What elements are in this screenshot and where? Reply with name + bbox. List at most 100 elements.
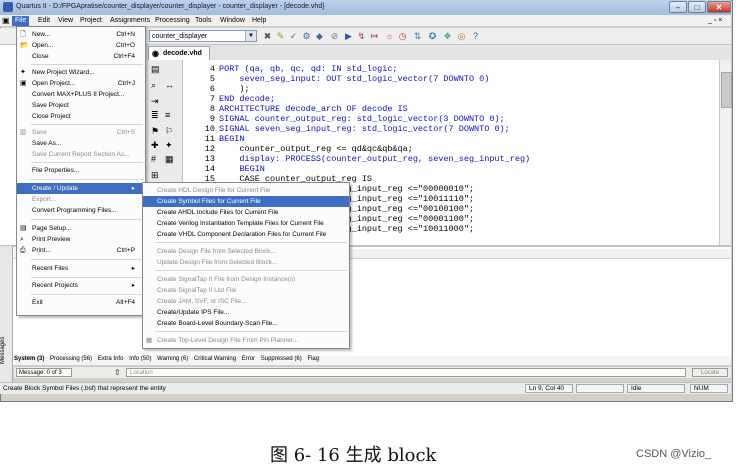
maximize-button[interactable]: □	[688, 1, 706, 13]
scrollbar-thumb[interactable]	[721, 72, 732, 108]
help-icon[interactable]: ?	[470, 30, 481, 42]
tab-flag[interactable]: Flag	[307, 356, 319, 362]
menu-tools[interactable]: Tools	[195, 17, 211, 24]
message-count: Message: 0 of 3	[16, 368, 72, 377]
megawizard-icon[interactable]: ◎	[456, 30, 467, 42]
menu-edit[interactable]: Edit	[38, 17, 50, 24]
timer-icon[interactable]: ◷	[397, 30, 408, 42]
menu-item-save-as[interactable]: Save As...	[17, 138, 145, 149]
menu-item-open[interactable]: 📂 Open... Ctrl+O	[17, 40, 145, 51]
start-icon[interactable]: ▶	[343, 30, 354, 42]
submenu-item-create-signaltap-file[interactable]: Create SignalTap II File from Design Ins…	[143, 274, 349, 285]
menu-item-print-preview[interactable]: ⌕ Print Preview	[17, 234, 145, 245]
locate-button[interactable]: Locate	[692, 368, 728, 377]
analysis-icon[interactable]: ⚙	[301, 30, 312, 42]
menu-item-exit[interactable]: Exit Alt+F4	[17, 297, 145, 308]
project-combo[interactable]: counter_displayer ▼	[149, 30, 257, 42]
editor-scrollbar[interactable]	[719, 60, 732, 245]
replace-icon[interactable]: ↔	[165, 80, 174, 90]
submenu-item-create-vhdl-component[interactable]: Create VHDL Component Declaration Files …	[143, 229, 349, 240]
submenu-arrow-icon: ▸	[131, 185, 135, 192]
menu-item-recent-projects[interactable]: Recent Projects ▸	[17, 280, 145, 291]
up-arrow-icon[interactable]: ⇧	[114, 368, 121, 377]
mdi-controls[interactable]: _ ▫ ×	[708, 17, 722, 24]
tab-decode-vhd[interactable]: ◉ decode.vhd	[148, 46, 210, 60]
menu-file[interactable]: File	[12, 16, 30, 26]
tab-extra-info[interactable]: Extra Info	[98, 356, 124, 362]
indent-icon[interactable]: ⇥	[151, 96, 159, 106]
timing-icon[interactable]: ↯	[356, 30, 367, 42]
location-field[interactable]: Location	[126, 368, 686, 377]
menu-item-close[interactable]: Close Ctrl+F4	[17, 51, 145, 62]
close-button[interactable]: ✕	[707, 1, 731, 13]
menu-item-new[interactable]: 🗋 New... Ctrl+N	[17, 29, 145, 40]
insert-template-icon[interactable]: ⊞	[151, 170, 159, 180]
menu-item-open-project[interactable]: ▣ Open Project... Ctrl+J	[17, 78, 145, 89]
tab-critical-warning[interactable]: Critical Warning	[194, 356, 236, 362]
submenu-item-create-hdl[interactable]: Create HDL Design File for Current File	[143, 185, 349, 196]
menu-item-convert-maxplus[interactable]: Convert MAX+PLUS II Project...	[17, 89, 145, 100]
comment-icon[interactable]: ≣	[151, 110, 159, 120]
menu-item-save-report-section[interactable]: Save Current Report Section As...	[17, 149, 145, 160]
synthesis-icon[interactable]: ◆	[314, 30, 325, 42]
submenu-item-create-verilog-template[interactable]: Create Verilog Instantiation Template Fi…	[143, 218, 349, 229]
tab-processing[interactable]: Processing (56)	[50, 356, 92, 362]
menu-item-close-project[interactable]: Close Project	[17, 111, 145, 122]
watermark: CSDN @Vizio_	[636, 448, 712, 460]
submenu-arrow-icon: ▸	[131, 265, 135, 272]
tab-info[interactable]: Info (50)	[129, 356, 151, 362]
next-bookmark-icon[interactable]: ⚐	[165, 126, 173, 136]
programmer-icon[interactable]: ✪	[427, 30, 438, 42]
find-icon[interactable]: ⌕	[151, 80, 156, 90]
tab-error[interactable]: Error	[242, 356, 255, 362]
tab-system[interactable]: System (3)	[14, 356, 44, 362]
submenu-item-create-ips[interactable]: Create/Update IPS File...	[143, 307, 349, 318]
message-search-row: Message: 0 of 3 ⇧ Location Locate	[14, 366, 731, 378]
open-icon[interactable]: ▤	[151, 64, 160, 74]
menu-item-convert-programming-files[interactable]: Convert Programming Files...	[17, 205, 145, 216]
submenu-item-create-top-level[interactable]: ▦ Create Top-Level Design File From Pin P…	[143, 335, 349, 346]
fitter-icon[interactable]: ↦	[369, 30, 380, 42]
submenu-item-create-design-from-block[interactable]: Create Design File from Selected Block..…	[143, 246, 349, 257]
chip-planner-icon[interactable]: ❖	[442, 30, 453, 42]
print-preview-icon: ⌕	[20, 236, 24, 243]
submenu-item-update-design-from-block[interactable]: Update Design File from Selected Block..…	[143, 257, 349, 268]
menu-item-print[interactable]: ⎙ Print... Ctrl+P	[17, 245, 145, 256]
menu-item-recent-files[interactable]: Recent Files ▸	[17, 263, 145, 274]
submenu-item-create-signaltap-list[interactable]: Create SignalTap II List File	[143, 285, 349, 296]
menu-item-save-project[interactable]: Save Project	[17, 100, 145, 111]
submenu-item-create-boundary-scan[interactable]: Create Board-Level Boundary-Scan File...	[143, 318, 349, 329]
menu-window[interactable]: Window	[220, 17, 245, 24]
bookmark-icon[interactable]: ⚑	[151, 126, 159, 136]
menu-processing[interactable]: Processing	[155, 17, 190, 24]
uncomment-icon[interactable]: ≡	[165, 110, 170, 120]
template-icon[interactable]: ✚	[151, 140, 159, 150]
menu-item-file-properties[interactable]: File Properties...	[17, 165, 145, 176]
menu-assignments[interactable]: Assignments	[110, 17, 150, 24]
submenu-item-create-ahdl-include[interactable]: Create AHDL Include Files for Current Fi…	[143, 207, 349, 218]
line-number-icon[interactable]: #	[151, 154, 156, 164]
stop-icon[interactable]: ✖	[262, 30, 273, 42]
tab-warning[interactable]: Warning (6)	[157, 356, 188, 362]
menu-item-save[interactable]: ▥ Save Ctrl+S	[17, 127, 145, 138]
netlist-icon[interactable]: ⇅	[412, 30, 423, 42]
menu-item-page-setup[interactable]: ▤ Page Setup...	[17, 223, 145, 234]
pencil-icon[interactable]: ✎	[275, 30, 286, 42]
menu-item-create-update[interactable]: Create / Update ▸	[17, 183, 145, 194]
stop-process-icon[interactable]: ⊘	[329, 30, 340, 42]
minimize-button[interactable]: –	[669, 1, 687, 13]
menu-project[interactable]: Project	[80, 17, 102, 24]
open-folder-icon: 📂	[20, 42, 29, 49]
symbol-icon[interactable]: ✦	[165, 140, 173, 150]
menu-item-export[interactable]: Export...	[17, 194, 145, 205]
cursor-position: Ln 9, Col 40	[525, 384, 573, 393]
block-icon[interactable]: ▦	[165, 154, 174, 164]
tab-suppressed[interactable]: Suppressed (6)	[261, 356, 302, 362]
menu-view[interactable]: View	[58, 17, 73, 24]
submenu-item-create-jam-svf-isc[interactable]: Create JAM, SVF, or ISC File...	[143, 296, 349, 307]
compile-icon[interactable]: ✓	[288, 30, 299, 42]
menu-help[interactable]: Help	[252, 17, 266, 24]
submenu-item-create-symbol[interactable]: Create Symbol Files for Current File	[143, 196, 349, 207]
assembler-icon[interactable]: ☼	[384, 30, 395, 42]
menu-item-new-project-wizard[interactable]: ✦ New Project Wizard...	[17, 67, 145, 78]
